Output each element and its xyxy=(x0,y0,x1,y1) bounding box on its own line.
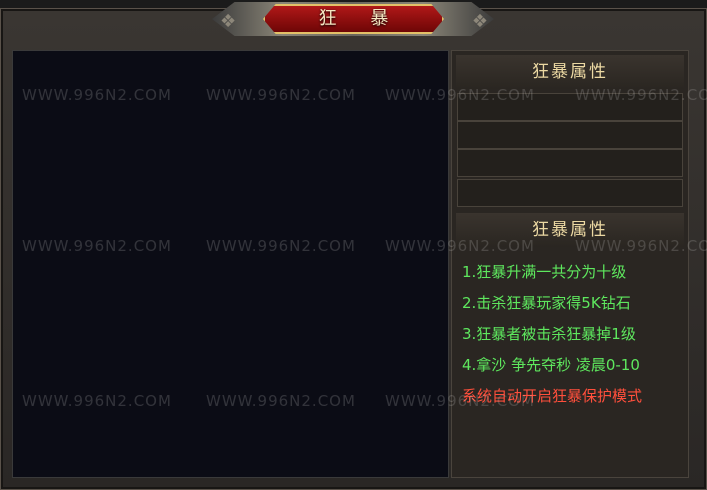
rules-list: 1.狂暴升满一共分为十级 2.击杀狂暴玩家得5K钻石 3.狂暴者被击杀狂暴掉1级… xyxy=(462,257,682,412)
attribute-slot xyxy=(457,149,683,177)
watermark-text: WWW.996N2.COM xyxy=(22,392,172,410)
right-ornament-icon: ❖ xyxy=(471,11,488,32)
watermark-text: WWW.996N2.COM xyxy=(385,392,535,410)
watermark-text: WWW.996N2.COM xyxy=(575,237,707,255)
attribute-slot xyxy=(457,179,683,207)
watermark-text: WWW.996N2.COM xyxy=(575,86,707,104)
watermark-text: WWW.996N2.COM xyxy=(206,237,356,255)
attribute-slot xyxy=(457,121,683,149)
rule-line: 3.狂暴者被击杀狂暴掉1级 xyxy=(462,325,636,343)
attributes-header: 狂暴属性 xyxy=(456,55,684,89)
watermark-text: WWW.996N2.COM xyxy=(206,392,356,410)
attribute-panel: 狂暴属性 狂暴属性 1.狂暴升满一共分为十级 2.击杀狂暴玩家得5K钻石 3.狂… xyxy=(451,50,689,478)
watermark-text: WWW.996N2.COM xyxy=(385,237,535,255)
watermark-text: WWW.996N2.COM xyxy=(206,86,356,104)
left-ornament-icon: ❖ xyxy=(220,11,237,32)
watermark-text: WWW.996N2.COM xyxy=(385,86,535,104)
rule-line: 1.狂暴升满一共分为十级 xyxy=(462,263,627,281)
watermark-text: WWW.996N2.COM xyxy=(22,86,172,104)
watermark-text: WWW.996N2.COM xyxy=(22,237,172,255)
preview-area xyxy=(12,50,449,478)
rule-line: 4.拿沙 争先夺秒 凌晨0-10 xyxy=(462,356,640,374)
title-bar: ❖ ❖ 狂 暴 xyxy=(0,0,707,40)
window-title: 狂 暴 xyxy=(318,8,403,29)
rule-line: 2.击杀狂暴玩家得5K钻石 xyxy=(462,294,631,312)
